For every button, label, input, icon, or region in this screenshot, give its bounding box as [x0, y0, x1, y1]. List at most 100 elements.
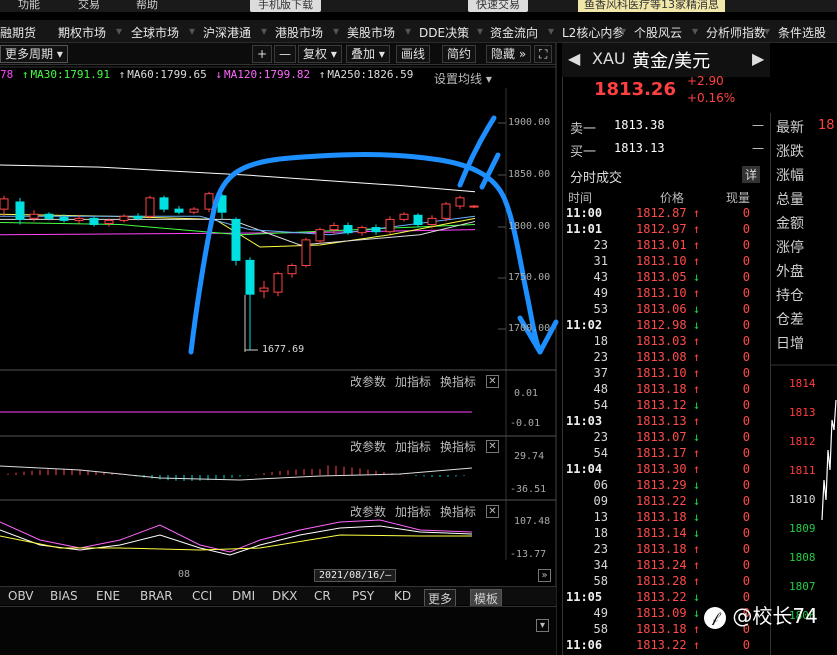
- trade-row: 18 1813.03 ↑ 0: [566, 334, 756, 350]
- trade-row: 11:06 1813.22 ↑ 0: [566, 638, 756, 654]
- param-button[interactable]: 改参数: [350, 503, 386, 520]
- trade-time: 54: [593, 398, 608, 412]
- intraday-tick: 1809: [789, 522, 816, 535]
- trade-row: 11:00 1812.87 ↑ 0: [566, 206, 756, 222]
- subchart-axis-value: -13.77: [510, 549, 547, 560]
- candle-body: [329, 225, 339, 231]
- watermark-text: @校长74: [732, 604, 818, 628]
- indicator-tab[interactable]: CCI: [192, 589, 212, 603]
- param-button[interactable]: 改参数: [350, 438, 386, 455]
- trade-row: 11:03 1813.13 ↑ 0: [566, 414, 756, 430]
- candle-body: [287, 265, 297, 275]
- trade-volume: 0: [742, 462, 750, 476]
- date-month-label: 08: [178, 569, 191, 580]
- trade-volume: 0: [742, 446, 750, 460]
- stat-label: 总量: [776, 192, 804, 208]
- candle-body: [89, 217, 99, 226]
- indicator-tab[interactable]: KD: [394, 589, 411, 603]
- indicator-tabs: OBV BIAS ENE BRAR CCI DMI DKX CR PSY KD 更多 模板: [0, 586, 556, 608]
- arrow-up-icon: ↑: [693, 542, 701, 556]
- add-indicator-button[interactable]: 加指标: [395, 373, 431, 390]
- candle-body: [145, 197, 155, 217]
- trade-time: 54: [593, 446, 608, 460]
- trade-price: 1813.30: [636, 462, 687, 476]
- trade-row: 31 1813.10 ↑ 0: [566, 254, 756, 270]
- add-indicator-button[interactable]: 加指标: [395, 438, 431, 455]
- bottom-strip: ▾: [0, 606, 556, 655]
- scroll-right-icon[interactable]: »: [538, 569, 551, 582]
- col-price: 价格: [660, 191, 685, 205]
- indicator-tab[interactable]: BIAS: [50, 589, 78, 603]
- stat-label: 外盘: [776, 264, 804, 280]
- trade-price: 1813.03: [636, 334, 687, 348]
- collapse-icon[interactable]: ▾: [536, 619, 549, 632]
- next-symbol-icon[interactable]: ▶: [752, 49, 764, 68]
- arrow-down-icon: ↓: [693, 494, 701, 508]
- indicator-tab[interactable]: DMI: [232, 589, 255, 603]
- close-icon[interactable]: ✕: [486, 505, 499, 518]
- ticks-detail-button[interactable]: 详: [742, 166, 761, 183]
- trade-volume: 0: [742, 430, 750, 444]
- close-icon[interactable]: ✕: [486, 375, 499, 388]
- trade-row: 23 1813.01 ↑ 0: [566, 238, 756, 254]
- candle-body: [259, 287, 269, 292]
- trade-price: 1813.29: [636, 478, 687, 492]
- arrow-down-icon: ↓: [693, 318, 701, 332]
- quote-symbol: XAU: [592, 49, 626, 68]
- prev-symbol-icon[interactable]: ◀: [568, 49, 580, 68]
- candle-body: [469, 205, 479, 208]
- arrow-up-icon: ↑: [693, 286, 701, 300]
- arrow-down-icon: ↓: [693, 270, 701, 284]
- indicator-tab[interactable]: CR: [314, 589, 331, 603]
- trade-row: 58 1813.28 ↑ 0: [566, 574, 756, 590]
- trade-volume: 0: [742, 302, 750, 316]
- candle-body: [371, 227, 381, 233]
- ticks-title: 分时成交: [570, 171, 623, 186]
- quote-change: +2.90: [687, 74, 724, 88]
- switch-indicator-button[interactable]: 换指标: [440, 438, 476, 455]
- trade-row: 11:04 1813.30 ↑ 0: [566, 462, 756, 478]
- indicator-tab[interactable]: ENE: [96, 589, 120, 603]
- close-icon[interactable]: ✕: [486, 440, 499, 453]
- date-axis: 08 2021/08/16/— »: [0, 567, 556, 584]
- trade-volume: 0: [742, 382, 750, 396]
- trade-row: 37 1813.10 ↑ 0: [566, 366, 756, 382]
- arrow-up-icon: ↑: [693, 350, 701, 364]
- trade-time: 11:03: [566, 414, 603, 428]
- trade-price: 1813.01: [636, 238, 687, 252]
- trade-time: 18: [593, 526, 608, 540]
- trade-price: 1813.10: [636, 254, 687, 268]
- intraday-tick: 1807: [789, 580, 816, 593]
- subchart-axis-value: -36.51: [510, 484, 547, 495]
- trade-price: 1813.13: [636, 414, 687, 428]
- intraday-tick: 1812: [789, 435, 816, 448]
- add-indicator-button[interactable]: 加指标: [395, 503, 431, 520]
- indicator-tab[interactable]: BRAR: [140, 589, 173, 603]
- switch-indicator-button[interactable]: 换指标: [440, 503, 476, 520]
- trade-price: 1813.07: [636, 430, 687, 444]
- trade-volume: 0: [742, 414, 750, 428]
- stat-label: 日增: [776, 336, 804, 352]
- indicator-tab[interactable]: OBV: [8, 589, 34, 603]
- sub3-line-b: [0, 525, 473, 556]
- candle-body: [174, 208, 184, 213]
- trade-price: 1813.05: [636, 270, 687, 284]
- arrow-up-icon: ↑: [693, 222, 701, 236]
- candle-body: [273, 273, 283, 293]
- trade-volume: 0: [742, 398, 750, 412]
- trade-time: 53: [593, 302, 608, 316]
- candle-body: [301, 239, 311, 266]
- indicator-tab[interactable]: DKX: [272, 589, 297, 603]
- quote-header: ◀ XAU 黄金/美元 ▶: [562, 43, 770, 77]
- arrow-down-icon: ↓: [693, 510, 701, 524]
- indicator-tab[interactable]: PSY: [352, 589, 374, 603]
- trade-row: 23 1813.18 ↑ 0: [566, 542, 756, 558]
- switch-indicator-button[interactable]: 换指标: [440, 373, 476, 390]
- trade-time: 06: [593, 478, 608, 492]
- stat-label: 最新: [776, 120, 804, 136]
- param-button[interactable]: 改参数: [350, 373, 386, 390]
- price-axis-label: 1700.00: [508, 323, 551, 334]
- trade-row: 43 1813.05 ↓ 0: [566, 270, 756, 286]
- price-axis-label: 1800.00: [508, 221, 551, 232]
- arrow-down-icon: ↓: [693, 302, 701, 316]
